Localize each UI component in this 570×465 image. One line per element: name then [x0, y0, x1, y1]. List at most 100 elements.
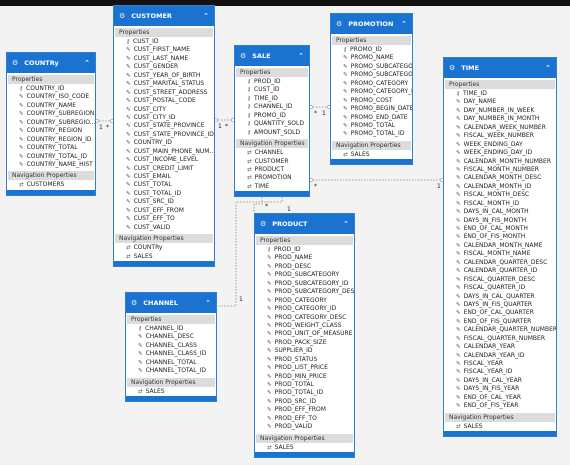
property-item[interactable]: ✎ CUST_CITY_ID: [114, 114, 214, 122]
property-item[interactable]: ✎ CUST_VALID: [114, 224, 214, 232]
collapse-icon[interactable]: ⌃: [203, 12, 209, 20]
entity-country[interactable]: ⚙ COUNTRy ⌃ Properties ⚷ COUNTRY_ID ✎ COUNTRY_I…: [6, 52, 96, 196]
property-item[interactable]: ✎ PROD_NAME: [255, 254, 354, 262]
property-item[interactable]: ✎ PROMO_END_DATE: [331, 114, 412, 122]
navigation-section-header[interactable]: Navigation Properties: [236, 139, 308, 149]
property-item[interactable]: ✎ CALENDAR_QUARTER_DESC: [444, 259, 556, 267]
properties-section-header[interactable]: Properties: [332, 36, 411, 45]
property-item[interactable]: ✎ CALENDAR_WEEK_NUMBER: [444, 124, 556, 132]
property-item[interactable]: ✎ CUST_INCOME_LEVEL: [114, 156, 214, 164]
entity-sale[interactable]: ⚙ SALE ⌃ Properties ⚷ PROD_ID ⚷ CUST_ID ⚷ TIME_ID…: [234, 45, 310, 198]
property-item[interactable]: ✎ PROD_DESC: [255, 263, 354, 271]
property-item[interactable]: ⚷ CUST_ID: [235, 86, 309, 94]
property-item[interactable]: ✎ CUST_TOTAL_ID: [114, 190, 214, 198]
property-item[interactable]: ⚷ CHANNEL_ID: [235, 103, 309, 111]
collapse-icon[interactable]: ⌃: [545, 64, 551, 72]
property-item[interactable]: ⚷ QUANTITY_SOLD: [235, 120, 309, 128]
property-item[interactable]: ✎ CUST_EFF_TO: [114, 215, 214, 223]
property-item[interactable]: ⇄ CUSTOMER: [235, 158, 309, 166]
property-item[interactable]: ⇄ SALES: [126, 388, 216, 396]
property-item[interactable]: ✎ DAYS_IN_CAL_YEAR: [444, 377, 556, 385]
property-item[interactable]: ⚷ CUST_ID: [114, 38, 214, 46]
property-item[interactable]: ✎ SUPPLIER_ID: [255, 347, 354, 355]
property-item[interactable]: ✎ CALENDAR_QUARTER_NUMBER: [444, 326, 556, 334]
property-item[interactable]: ✎ CUST_EFF_FROM: [114, 207, 214, 215]
property-item[interactable]: ✎ CHANNEL_TOTAL: [126, 359, 216, 367]
property-item[interactable]: ✎ PROD_PACK_SIZE: [255, 339, 354, 347]
property-item[interactable]: ✎ WEEK_ENDING_DAY_ID: [444, 149, 556, 157]
property-item[interactable]: ✎ CALENDAR_MONTH_NUMBER: [444, 158, 556, 166]
property-item[interactable]: ✎ PROMO_TOTAL_ID: [331, 130, 412, 138]
entity-header[interactable]: ⚙ TIME ⌃: [444, 58, 556, 78]
entity-header[interactable]: ⚙ CUSTOMER ⌃: [114, 6, 214, 26]
property-item[interactable]: ✎ CUST_CREDIT_LIMIT: [114, 165, 214, 173]
property-item[interactable]: ✎ CUST_STATE_PROVINCE_ID: [114, 131, 214, 139]
property-item[interactable]: ✎ END_OF_CAL_QUARTER: [444, 309, 556, 317]
property-item[interactable]: ⚷ COUNTRY_ID: [7, 85, 95, 93]
collapse-icon[interactable]: ⌃: [205, 299, 211, 307]
property-item[interactable]: ⚷ PROMO_ID: [331, 46, 412, 54]
property-item[interactable]: ⇄ SALES: [444, 423, 556, 431]
property-item[interactable]: ✎ FISCAL_YEAR: [444, 360, 556, 368]
property-item[interactable]: ✎ CHANNEL_DESC: [126, 333, 216, 341]
property-item[interactable]: ✎ CUST_TOTAL: [114, 181, 214, 189]
property-item[interactable]: ✎ CUST_YEAR_OF_BIRTH: [114, 72, 214, 80]
property-item[interactable]: ✎ PROD_TOTAL_ID: [255, 389, 354, 397]
navigation-section-header[interactable]: Navigation Properties: [127, 377, 215, 387]
property-item[interactable]: ✎ COUNTRY_SUBREGION: [7, 110, 95, 118]
entity-header[interactable]: ⚙ SALE ⌃: [235, 46, 309, 66]
property-item[interactable]: ⚷ TIME_ID: [444, 90, 556, 98]
property-item[interactable]: ✎ CALENDAR_YEAR_ID: [444, 352, 556, 360]
property-item[interactable]: ✎ COUNTRY_SUBREGIO...: [7, 119, 95, 127]
property-item[interactable]: ⇄ CHANNEL: [235, 149, 309, 157]
property-item[interactable]: ✎ COUNTRY_ID: [114, 139, 214, 147]
property-item[interactable]: ✎ CUST_MARITAL_STATUS: [114, 80, 214, 88]
property-item[interactable]: ✎ CALENDAR_QUARTER_ID: [444, 267, 556, 275]
property-item[interactable]: ✎ CHANNEL_CLASS: [126, 342, 216, 350]
property-item[interactable]: ✎ CUST_CITY: [114, 106, 214, 114]
property-item[interactable]: ✎ PROD_SUBCATEGORY: [255, 271, 354, 279]
property-item[interactable]: ✎ PROD_STATUS: [255, 356, 354, 364]
property-item[interactable]: ✎ FISCAL_QUARTER_DESC: [444, 276, 556, 284]
navigation-section-header[interactable]: Navigation Properties: [8, 171, 94, 181]
navigation-section-header[interactable]: Navigation Properties: [256, 433, 353, 443]
property-item[interactable]: ✎ COUNTRY_REGION: [7, 127, 95, 135]
property-item[interactable]: ✎PROMO_SUBCATEGORY: [331, 63, 412, 71]
properties-section-header[interactable]: Properties: [127, 315, 215, 324]
property-item[interactable]: ✎ CALENDAR_YEAR: [444, 343, 556, 351]
property-item[interactable]: ✎ COUNTRY_TOTAL_ID: [7, 153, 95, 161]
property-item[interactable]: ✎ CHANNEL_TOTAL_ID: [126, 367, 216, 375]
property-item[interactable]: ✎ CALENDAR_MONTH_ID: [444, 183, 556, 191]
entity-header[interactable]: ⚙ CHANNEL ⌃: [126, 293, 216, 313]
property-item[interactable]: ✎ FISCAL_YEAR_ID: [444, 368, 556, 376]
navigation-section-header[interactable]: Navigation Properties: [115, 234, 213, 244]
properties-section-header[interactable]: Properties: [445, 80, 555, 89]
property-item[interactable]: ✎ FISCAL_MONTH_NAME: [444, 250, 556, 258]
property-item[interactable]: ✎ PROD_EFF_FROM: [255, 406, 354, 414]
property-item[interactable]: ✎PROMO_SUBCATEGORY_ID: [331, 71, 412, 79]
property-item[interactable]: ✎ CUST_STATE_PROVINCE: [114, 122, 214, 130]
property-item[interactable]: ✎ DAY_NUMBER_IN_WEEK: [444, 107, 556, 115]
property-item[interactable]: ✎ END_OF_FIS_MONTH: [444, 233, 556, 241]
property-item[interactable]: ✎ CUST_POSTAL_CODE: [114, 97, 214, 105]
property-item[interactable]: ✎ PROMO_NAME: [331, 54, 412, 62]
property-item[interactable]: ✎ COUNTRY_NAME_HIST: [7, 161, 95, 169]
property-item[interactable]: ✎ CUST_STREET_ADDRESS: [114, 89, 214, 97]
property-item[interactable]: ✎ PROD_CATEGORY_ID: [255, 305, 354, 313]
property-item[interactable]: ✎ PROMO_BEGIN_DATE: [331, 105, 412, 113]
property-item[interactable]: ✎ PROD_TOTAL: [255, 381, 354, 389]
property-item[interactable]: ⚷ AMOUNT_SOLD: [235, 129, 309, 137]
property-item[interactable]: ✎ DAYS_IN_FIS_MONTH: [444, 217, 556, 225]
property-item[interactable]: ✎ PROMO_CATEGORY_ID: [331, 88, 412, 96]
property-item[interactable]: ✎ COUNTRY_NAME: [7, 102, 95, 110]
navigation-section-header[interactable]: Navigation Properties: [445, 412, 555, 422]
property-item[interactable]: ⇄ CUSTOMERS: [7, 181, 95, 189]
property-item[interactable]: ✎ COUNTRY_ISO_CODE: [7, 93, 95, 101]
entity-product[interactable]: ⚙ PRODUCT ⌃ Properties ⚷ PROD_ID ✎ PROD_NAME ✎ PR…: [254, 213, 355, 459]
entity-time[interactable]: ⚙ TIME ⌃ Properties ⚷ TIME_ID ✎ DAY_NAME ✎ DAY_NU…: [443, 57, 557, 438]
property-item[interactable]: ✎ FISCAL_MONTH_DESC: [444, 191, 556, 199]
property-item[interactable]: ✎ CHANNEL_CLASS_ID: [126, 350, 216, 358]
property-item[interactable]: ✎ CALENDAR_MONTH_DESC: [444, 174, 556, 182]
property-item[interactable]: ✎ CALENDAR_MONTH_NAME: [444, 242, 556, 250]
entity-header[interactable]: ⚙ PRODUCT ⌃: [255, 214, 354, 234]
